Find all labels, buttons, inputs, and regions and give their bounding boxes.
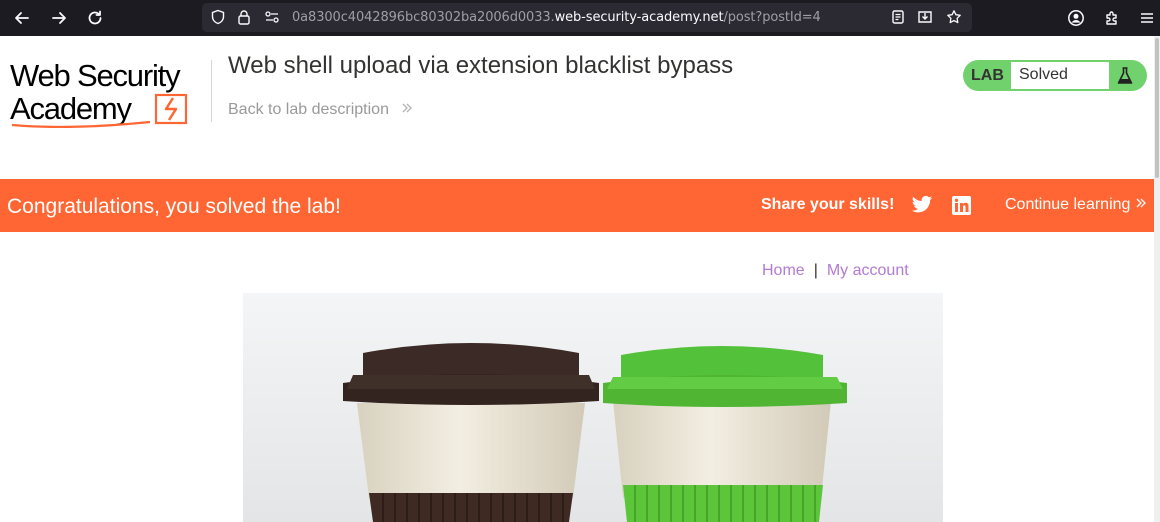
chevron-right-icon	[1135, 196, 1147, 213]
status-value: Solved	[1011, 62, 1109, 89]
permissions-icon[interactable]	[262, 7, 282, 27]
account-icon[interactable]	[1064, 6, 1088, 30]
continue-learning-label: Continue learning	[1005, 196, 1131, 213]
logo-line2: Academy	[10, 91, 133, 126]
save-to-pocket-icon[interactable]	[915, 7, 935, 27]
extensions-icon[interactable]	[1100, 6, 1124, 30]
solved-message: Congratulations, you solved the lab!	[7, 195, 341, 218]
home-link[interactable]: Home	[762, 262, 805, 279]
back-arrow-icon[interactable]	[10, 6, 34, 30]
url-path: /post?postId=4	[723, 10, 821, 25]
reader-view-icon[interactable]	[888, 7, 908, 27]
my-account-link[interactable]: My account	[827, 262, 909, 279]
web-security-academy-logo[interactable]: Web Security Academy	[10, 58, 210, 130]
logo-divider	[211, 60, 212, 122]
url-bar[interactable]: 0a8300c4042896bc80302ba2006d0033.web-sec…	[202, 3, 972, 32]
reload-icon[interactable]	[83, 6, 107, 30]
url-host: web-security-academy.net	[554, 10, 724, 25]
blog-post-image	[243, 293, 943, 522]
twitter-icon[interactable]	[911, 195, 933, 215]
congratulations-banner: Congratulations, you solved the lab! Sha…	[0, 179, 1160, 232]
chevron-right-icon	[401, 101, 413, 118]
logo-line1: Web Security	[10, 58, 181, 93]
lab-status-widget: LAB Solved	[963, 60, 1147, 91]
share-skills-label: Share your skills!	[761, 196, 895, 213]
lab-header: Web Security Academy Web shell upload vi…	[0, 36, 1160, 179]
menu-icon[interactable]	[1135, 6, 1159, 30]
url-prefix: 0a8300c4042896bc80302ba2006d0033.	[292, 10, 555, 25]
site-nav: Home | My account	[762, 262, 909, 280]
scrollbar-thumb[interactable]	[1155, 38, 1159, 178]
shield-icon[interactable]	[208, 7, 228, 27]
flask-icon	[1113, 64, 1137, 88]
browser-toolbar: 0a8300c4042896bc80302ba2006d0033.web-sec…	[0, 0, 1160, 36]
back-link-label: Back to lab description	[228, 101, 389, 118]
url-text[interactable]: 0a8300c4042896bc80302ba2006d0033.web-sec…	[292, 10, 821, 25]
back-to-lab-description-link[interactable]: Back to lab description	[228, 101, 413, 119]
lab-title: Web shell upload via extension blacklist…	[228, 52, 734, 79]
forward-arrow-icon[interactable]	[47, 6, 71, 30]
status-lab-label: LAB	[971, 67, 1004, 84]
bookmark-star-icon[interactable]	[944, 7, 964, 27]
lock-icon[interactable]	[234, 7, 254, 27]
nav-separator: |	[813, 262, 818, 279]
linkedin-icon[interactable]	[952, 196, 971, 215]
continue-learning-link[interactable]: Continue learning	[1005, 196, 1147, 214]
